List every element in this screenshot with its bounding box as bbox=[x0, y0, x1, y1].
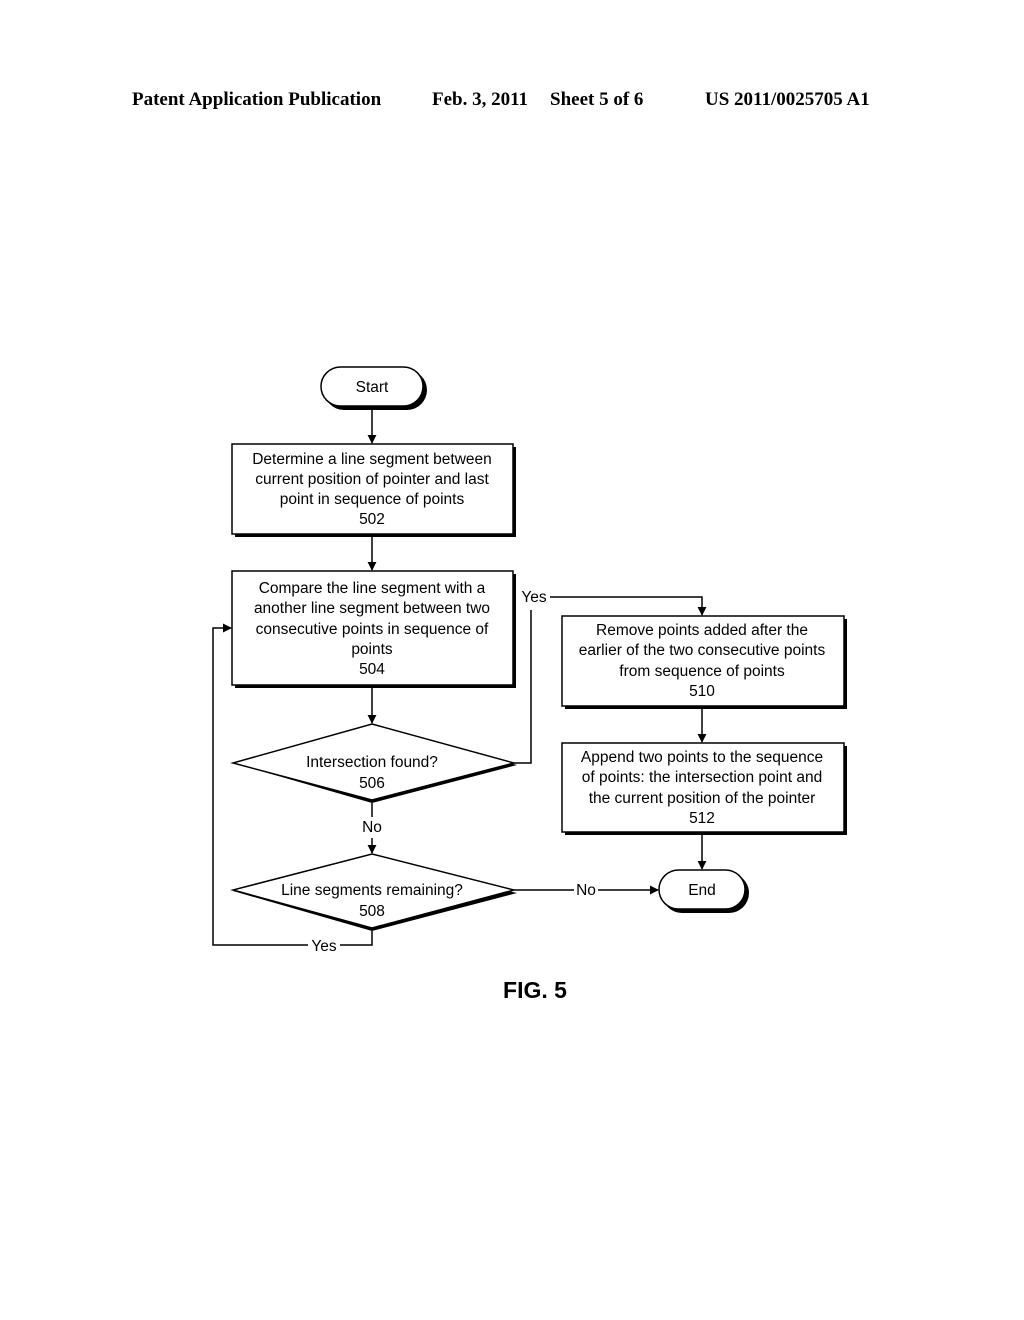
step-510-box: Remove points added after the earlier of… bbox=[561, 615, 847, 709]
decision-508-question: Line segments remaining? bbox=[281, 882, 463, 899]
edge-label-508-no: No bbox=[576, 882, 596, 899]
decision-506-question: Intersection found? bbox=[306, 754, 438, 771]
edge-label-508-yes: Yes bbox=[311, 938, 337, 955]
connector-506-yes-vertical bbox=[514, 610, 532, 764]
step-502-box: Determine a line segment between current… bbox=[231, 443, 516, 537]
step-512-box: Append two points to the sequence of poi… bbox=[561, 742, 847, 835]
decision-508: Line segments remaining? 508 bbox=[230, 853, 517, 931]
step-512-ref: 512 bbox=[689, 810, 715, 827]
step-504-line-3: consecutive points in sequence of bbox=[256, 621, 489, 638]
flowchart: Start Determine a line segment between c… bbox=[212, 366, 847, 1003]
step-512-line-3: the current position of the pointer bbox=[589, 790, 816, 807]
step-510-line-1: Remove points added after the bbox=[596, 622, 808, 639]
figure-label: FIG. 5 bbox=[503, 977, 567, 1003]
step-510-line-2: earlier of the two consecutive points bbox=[579, 642, 826, 659]
step-512-line-1: Append two points to the sequence bbox=[581, 749, 823, 766]
step-502-line-3: point in sequence of points bbox=[280, 491, 465, 508]
step-504-line-4: points bbox=[351, 641, 393, 658]
step-504-line-2: another line segment between two bbox=[254, 600, 490, 617]
start-terminator: Start bbox=[320, 366, 427, 410]
step-502-line-1: Determine a line segment between bbox=[252, 451, 492, 468]
step-512-line-2: of points: the intersection point and bbox=[582, 769, 822, 786]
edge-label-506-no: No bbox=[362, 819, 382, 836]
decision-506-ref: 506 bbox=[359, 775, 385, 792]
end-terminator: End bbox=[658, 869, 749, 913]
step-502-line-2: current position of pointer and last bbox=[255, 471, 489, 488]
step-504-ref: 504 bbox=[359, 661, 385, 678]
decision-508-ref: 508 bbox=[359, 903, 385, 920]
end-label: End bbox=[688, 882, 716, 899]
step-504-box: Compare the line segment with a another … bbox=[231, 570, 516, 688]
connector-508-yes bbox=[340, 931, 373, 946]
step-504-line-1: Compare the line segment with a bbox=[259, 580, 486, 597]
start-label: Start bbox=[356, 379, 389, 396]
decision-506: Intersection found? 506 bbox=[230, 723, 517, 803]
step-502-ref: 502 bbox=[359, 511, 385, 528]
step-510-ref: 510 bbox=[689, 683, 715, 700]
arrow-506-yes-to-510 bbox=[550, 596, 707, 616]
step-510-line-3: from sequence of points bbox=[619, 663, 785, 680]
edge-label-506-yes: Yes bbox=[521, 589, 547, 606]
